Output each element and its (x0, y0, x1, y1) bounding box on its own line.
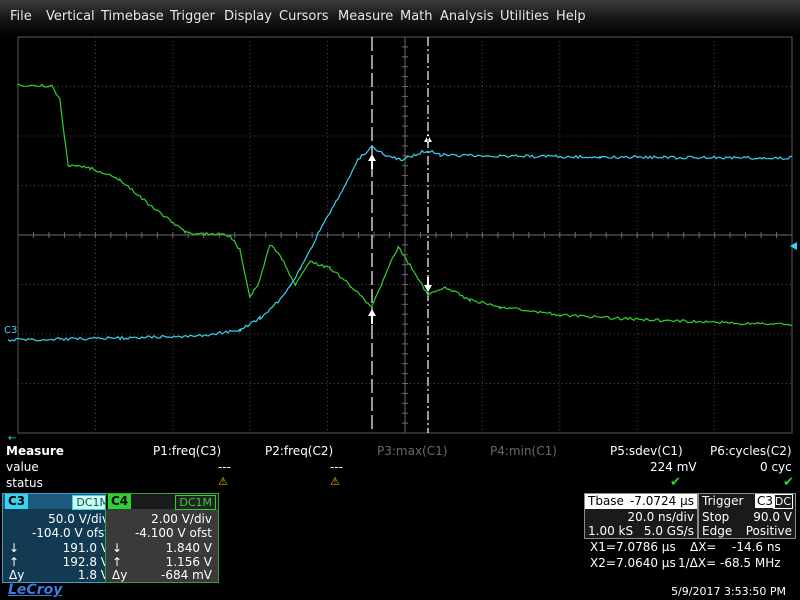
trigger-level-marker-icon[interactable] (790, 242, 797, 250)
menu-analysis[interactable]: Analysis (440, 9, 494, 24)
measure-param-2-value: --- (330, 460, 343, 474)
menu-trigger[interactable]: Trigger (170, 9, 215, 24)
channel4-descriptor[interactable]: C4 DC1M 2.00 V/div -4.100 V ofst ↓ 1.840… (105, 493, 219, 583)
cursor1-icon: ↓ (112, 541, 122, 555)
lecroy-logo[interactable]: LeCroy (8, 582, 62, 598)
channel3-offset: -104.0 V ofst (32, 526, 109, 540)
channel4-label: C4 (108, 494, 131, 509)
timebase-label: Tbase (588, 494, 624, 508)
x2-value: 7.0640 µs (616, 556, 676, 570)
channel4-delta: -684 mV (161, 568, 212, 582)
dx-value: -14.6 ns (732, 540, 781, 554)
check-icon: ✔ (670, 475, 681, 490)
measure-param-6-name[interactable]: P6:cycles(C2) (710, 444, 792, 458)
timebase-samples: 1.00 kS (588, 524, 633, 538)
channel4-offset: -4.100 V ofst (135, 526, 212, 540)
menu-vertical[interactable]: Vertical (46, 9, 95, 24)
menu-cursors[interactable]: Cursors (279, 9, 329, 24)
menu-file[interactable]: File (10, 9, 32, 24)
channel3-cursor2: 192.8 V (63, 555, 109, 569)
measure-param-1-value: --- (218, 460, 231, 474)
trigger-level: 90.0 V (753, 510, 792, 524)
check-icon: ✔ (783, 475, 794, 490)
menu-display[interactable]: Display (224, 9, 272, 24)
trigger-coupling: DC (773, 494, 793, 509)
timebase-descriptor[interactable]: Tbase -7.0724 µs 20.0 ns/div 1.00 kS 5.0… (584, 493, 698, 539)
measure-param-5-value: 224 mV (650, 460, 697, 474)
dx-label: ΔX= (690, 540, 716, 554)
measure-param-4-name[interactable]: P4:min(C1) (490, 444, 557, 458)
x2-label: X2= (590, 556, 616, 570)
measure-param-5-name[interactable]: P5:sdev(C1) (610, 444, 683, 458)
menu-math[interactable]: Math (400, 9, 433, 24)
warning-icon: ⚠ (218, 475, 228, 488)
menu-measure[interactable]: Measure (338, 9, 393, 24)
trigger-slope: Positive (746, 524, 792, 538)
x1-label: X1= (590, 540, 616, 554)
channel3-label: C3 (5, 494, 28, 509)
row-label-value: value (6, 460, 39, 474)
cursor-arrow-up-icon (368, 154, 376, 169)
channel4-vdiv: 2.00 V/div (151, 512, 212, 526)
waveform-display[interactable]: C3 ← (0, 0, 800, 440)
c3-ground-marker[interactable]: C3 (4, 325, 17, 336)
inv-dx-label: 1/ΔX= (678, 556, 716, 570)
trigger-type: Edge (702, 524, 732, 538)
measure-table: Measure value status P1:freq(C3) --- ⚠ P2:f… (0, 440, 800, 490)
channel4-cursor1: 1.840 V (166, 541, 212, 555)
channel3-trace (8, 146, 792, 341)
measure-param-6-value: 0 cyc (760, 460, 792, 474)
inv-dx-value: -68.5 MHz (720, 556, 781, 570)
menu-bar: File Vertical Timebase Trigger Display Cursor… (0, 0, 800, 36)
timebase-delay: -7.0724 µs (630, 494, 694, 508)
channel3-descriptor[interactable]: C3 DC1M 50.0 V/div -104.0 V ofst ↓ 191.0… (2, 493, 116, 583)
trigger-descriptor[interactable]: Trigger C3 DC Stop 90.0 V Edge Positive (698, 493, 796, 539)
x1-value: 7.0786 µs (616, 540, 676, 554)
date-time: 5/9/2017 3:53:50 PM (671, 585, 786, 598)
measure-param-2-name[interactable]: P2:freq(C2) (265, 444, 333, 458)
channel4-cursor2: 1.156 V (166, 555, 212, 569)
timebase-rate: 5.0 GS/s (644, 524, 694, 538)
timebase-tdiv: 20.0 ns/div (628, 510, 695, 524)
arrow-left-icon[interactable]: ← (8, 433, 16, 440)
cursor1-icon: ↓ (9, 541, 19, 555)
cursor2-icon: ↑ (9, 555, 19, 569)
cursor2-icon: ↑ (112, 555, 122, 569)
measure-title[interactable]: Measure (6, 444, 64, 458)
row-label-status: status (6, 476, 43, 490)
trigger-mode: Stop (702, 510, 729, 524)
cursor-arrow-up-icon (368, 309, 376, 324)
warning-icon: ⚠ (330, 475, 340, 488)
trigger-label: Trigger (702, 494, 743, 508)
menu-utilities[interactable]: Utilities (500, 9, 549, 24)
measure-param-1-name[interactable]: P1:freq(C3) (153, 444, 221, 458)
channel3-cursor1: 191.0 V (63, 541, 109, 555)
delta-y-icon: Δy (112, 568, 127, 582)
delta-y-icon: Δy (9, 568, 24, 582)
channel4-coupling: DC1M (175, 495, 216, 510)
measure-param-3-name[interactable]: P3:max(C1) (377, 444, 447, 458)
menu-timebase[interactable]: Timebase (101, 9, 164, 24)
menu-help[interactable]: Help (556, 9, 586, 24)
channel3-vdiv: 50.0 V/div (48, 512, 109, 526)
